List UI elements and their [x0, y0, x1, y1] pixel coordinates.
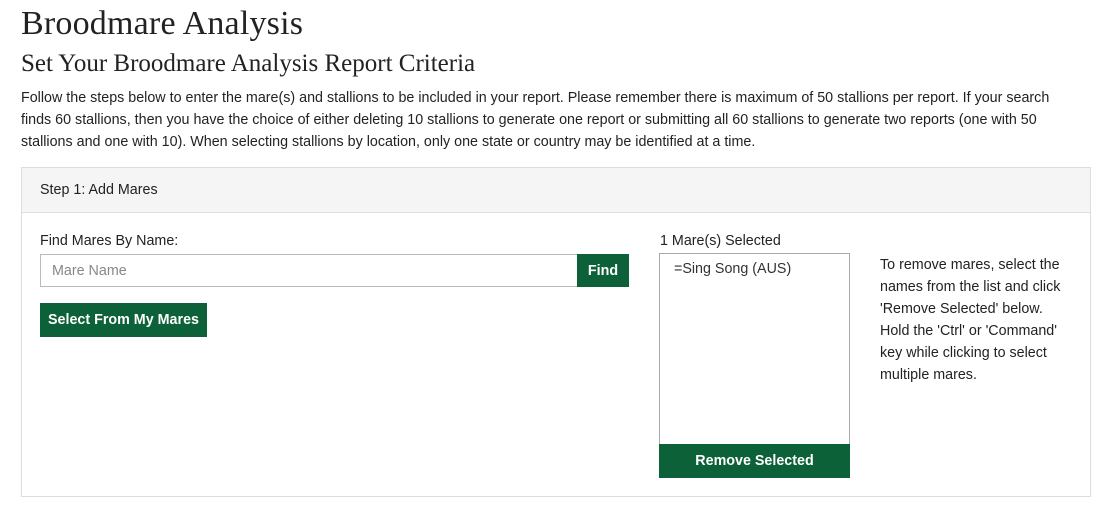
step1-heading: Step 1: Add Mares: [22, 168, 1090, 213]
find-button[interactable]: Find: [577, 254, 629, 287]
remove-selected-button[interactable]: Remove Selected: [659, 444, 850, 478]
find-mares-label: Find Mares By Name:: [40, 233, 179, 249]
step1-panel: Step 1: Add Mares Find Mares By Name: Fi…: [21, 167, 1091, 497]
mare-search-group: Find: [40, 254, 629, 287]
mares-selected-label: 1 Mare(s) Selected: [660, 233, 781, 249]
page-subtitle: Set Your Broodmare Analysis Report Crite…: [21, 50, 476, 77]
select-from-my-mares-button[interactable]: Select From My Mares: [40, 303, 207, 337]
list-item[interactable]: =Sing Song (AUS): [674, 259, 849, 279]
intro-text: Follow the steps below to enter the mare…: [21, 90, 1050, 150]
page-title: Broodmare Analysis: [21, 5, 304, 42]
mare-name-input[interactable]: [40, 254, 577, 287]
remove-help-text: To remove mares, select the names from t…: [880, 257, 1061, 383]
selected-mares-list[interactable]: =Sing Song (AUS): [659, 253, 850, 444]
